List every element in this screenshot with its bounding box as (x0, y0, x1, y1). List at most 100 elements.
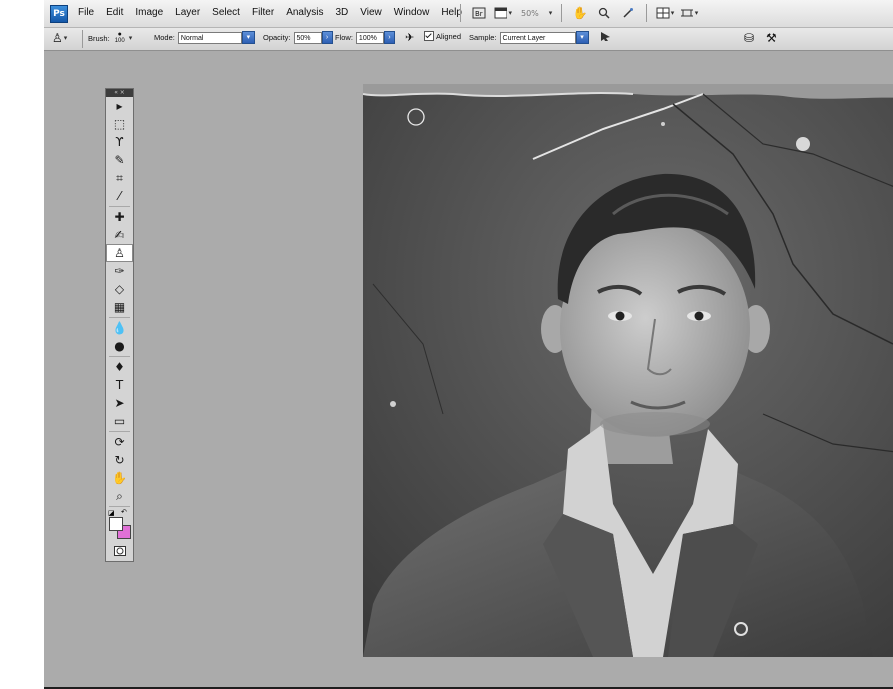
flow-slider-icon[interactable]: › (383, 31, 395, 44)
color-swatches: ◪ ↶ (106, 508, 133, 539)
3d-orbit-tool[interactable]: ↻ (106, 451, 133, 469)
zoom-level[interactable]: 50% (518, 9, 542, 18)
lasso-tool[interactable]: ϒ (106, 133, 133, 151)
clone-stamp-tool[interactable]: ♙ (106, 244, 133, 262)
foreground-color-swatch[interactable] (109, 517, 123, 531)
clone-source-icon: ⛁ (744, 31, 755, 45)
gradient-tool[interactable]: ▦ (106, 298, 133, 316)
menu-edit[interactable]: Edit (106, 7, 123, 18)
dodge-tool[interactable]: ● (106, 337, 133, 355)
swap-colors-icon[interactable]: ↶ (121, 508, 127, 516)
arrange-documents-icon[interactable]: ▾ (656, 4, 674, 22)
hand-tool[interactable]: ✋ (106, 469, 133, 487)
rotate-view-icon[interactable] (619, 4, 637, 22)
extras-icon[interactable]: ▾ (680, 4, 698, 22)
brush-picker[interactable]: Brush: ● 100 ▾ (88, 31, 132, 45)
chevron-down-icon[interactable]: ▾ (549, 9, 553, 17)
svg-text:Br: Br (475, 10, 483, 18)
menu-image[interactable]: Image (135, 7, 163, 18)
separator (109, 206, 130, 207)
photoshop-window: Ps File Edit Image Layer Select Filter A… (44, 0, 893, 689)
history-brush-tool[interactable]: ✑ (106, 262, 133, 280)
chevron-down-icon[interactable]: ▾ (129, 34, 133, 42)
screen-mode-icon[interactable]: ▾ (494, 4, 512, 22)
brush-preview[interactable]: ● 100 (115, 31, 125, 45)
menu-filter[interactable]: Filter (252, 7, 274, 18)
opacity-label: Opacity: (263, 33, 291, 42)
application-bar: Br ▾ 50% ▾ ✋ ▾ ▾ (457, 4, 698, 22)
menu-layer[interactable]: Layer (175, 7, 200, 18)
opacity-slider-icon[interactable]: › (321, 31, 333, 44)
sample-select[interactable]: Current Layer (499, 31, 576, 44)
separator (646, 4, 648, 22)
brush-size: 100 (114, 38, 125, 44)
flow-label: Flow: (335, 33, 353, 42)
flow-input[interactable]: 100% (355, 31, 384, 44)
pen-tool[interactable]: ♦ (106, 358, 133, 376)
mode-label: Mode: (154, 33, 175, 42)
brush-dot-icon: ● (117, 31, 122, 38)
menu-list: File Edit Image Layer Select Filter Anal… (78, 7, 462, 18)
brush-tool[interactable]: ✍ (106, 226, 133, 244)
menu-file[interactable]: File (78, 7, 94, 18)
clone-source-panel-toggle[interactable]: ⛁ (744, 31, 754, 45)
separator (109, 317, 130, 318)
marquee-tool[interactable]: ⬚ (106, 115, 133, 133)
opacity-control: Opacity: 50% › (263, 31, 333, 44)
clone-stamp-icon: ♙ (52, 31, 63, 45)
zoom-tool[interactable]: ⌕ (106, 487, 133, 505)
document-canvas[interactable] (363, 84, 893, 657)
separator (109, 356, 130, 357)
menu-select[interactable]: Select (212, 7, 240, 18)
mode-dropdown-icon[interactable]: ▾ (241, 31, 255, 44)
magic-wand-tool[interactable]: ✎ (106, 151, 133, 169)
menu-bar: Ps File Edit Image Layer Select Filter A… (44, 0, 893, 28)
menu-window[interactable]: Window (394, 7, 430, 18)
default-colors-icon[interactable]: ◪ (108, 509, 115, 517)
quick-mask-icon[interactable] (106, 542, 133, 560)
sample-control: Sample: Current Layer ▾ (469, 31, 589, 44)
mode-control: Mode: Normal ▾ (154, 31, 255, 44)
tool-list: ▸ ⬚ ϒ ✎ ⌗ ⁄ ✚ ✍ ♙ ✑ ◇ ▦ 💧 ● ♦ T ➤ ▭ ⟳ ↻ ✋ ⌕ (106, 97, 133, 505)
separator (460, 4, 461, 22)
aligned-checkbox[interactable]: Aligned (424, 31, 461, 41)
bridge-icon[interactable]: Br (470, 4, 488, 22)
menu-analysis[interactable]: Analysis (286, 7, 323, 18)
type-tool[interactable]: T (106, 376, 133, 394)
workspace-toggle[interactable]: ⚒ (766, 31, 777, 45)
blur-tool[interactable]: 💧 (106, 319, 133, 337)
aligned-label: Aligned (436, 31, 462, 41)
separator (82, 30, 83, 48)
ignore-adjustment-layers-toggle[interactable] (600, 31, 611, 42)
eraser-tool[interactable]: ◇ (106, 280, 133, 298)
eyedropper-tool[interactable]: ⁄ (106, 187, 133, 205)
menu-3d[interactable]: 3D (335, 7, 348, 18)
separator (561, 4, 563, 22)
path-selection-tool[interactable]: ➤ (106, 394, 133, 412)
3d-rotate-tool[interactable]: ⟳ (106, 433, 133, 451)
ps-logo: Ps (50, 5, 68, 23)
mode-select[interactable]: Normal (177, 31, 242, 44)
tools-panel-header[interactable]: « × (106, 89, 133, 97)
crop-tool[interactable]: ⌗ (106, 169, 133, 187)
sample-label: Sample: (469, 33, 497, 42)
sample-dropdown-icon[interactable]: ▾ (575, 31, 589, 44)
separator (109, 506, 130, 507)
airbrush-icon: ✈ (405, 32, 415, 44)
opacity-input[interactable]: 50% (293, 31, 322, 44)
healing-brush-tool[interactable]: ✚ (106, 208, 133, 226)
hand-tool-icon[interactable]: ✋ (571, 4, 589, 22)
options-bar: ♙ ▾ Brush: ● 100 ▾ Mode: Normal ▾ Opacity… (44, 28, 893, 51)
menu-view[interactable]: View (360, 7, 382, 18)
workspace-icon: ⚒ (766, 31, 777, 45)
move-tool[interactable]: ▸ (106, 97, 133, 115)
zoom-tool-icon[interactable] (595, 4, 613, 22)
tools-panel: « × ▸ ⬚ ϒ ✎ ⌗ ⁄ ✚ ✍ ♙ ✑ ◇ ▦ 💧 ● ♦ T ➤ ▭ ⟳ ↻ ✋ ⌕ ◪ ↶ (105, 88, 134, 562)
separator (109, 431, 130, 432)
airbrush-toggle[interactable]: ✈ (405, 31, 414, 44)
shape-tool[interactable]: ▭ (106, 412, 133, 430)
aligned-check-icon[interactable] (424, 31, 434, 41)
tool-preset-picker[interactable]: ♙ ▾ (52, 31, 67, 45)
flow-control: Flow: 100% › (335, 31, 395, 44)
brush-label: Brush: (88, 33, 110, 43)
